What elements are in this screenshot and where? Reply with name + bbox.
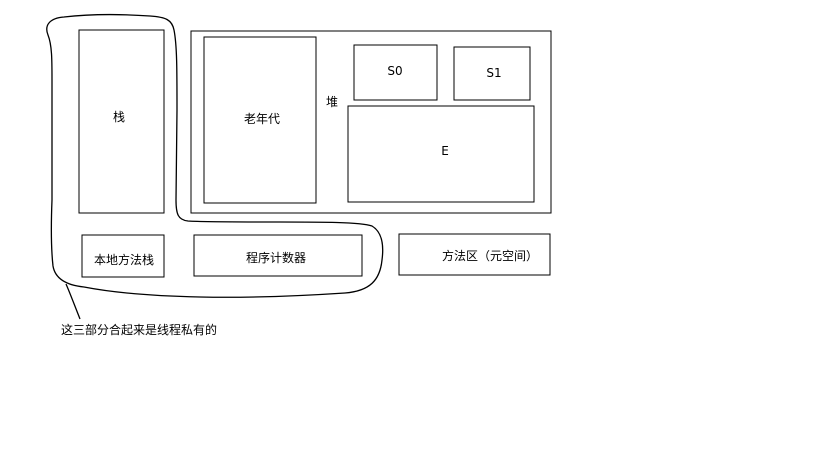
s0-label: S0 [387,64,402,78]
jvm-memory-diagram: 栈 堆 老年代 S0 S1 E 本地方法栈 程序计数器 方法区（元空间） 这三部… [0,0,819,460]
stack-label: 栈 [113,109,125,124]
diagram-svg: 栈 堆 老年代 S0 S1 E 本地方法栈 程序计数器 方法区（元空间） 这三部… [46,13,552,337]
program-counter-label: 程序计数器 [246,250,306,265]
eden-label: E [441,144,449,158]
heap-label: 堆 [326,95,338,109]
annotation-pointer [65,283,81,320]
old-gen-label: 老年代 [244,112,280,126]
native-stack-label: 本地方法栈 [94,252,154,267]
s1-label: S1 [486,66,501,80]
method-area-label: 方法区（元空间） [442,248,538,263]
thread-private-annotation: 这三部分合起来是线程私有的 [61,322,217,337]
